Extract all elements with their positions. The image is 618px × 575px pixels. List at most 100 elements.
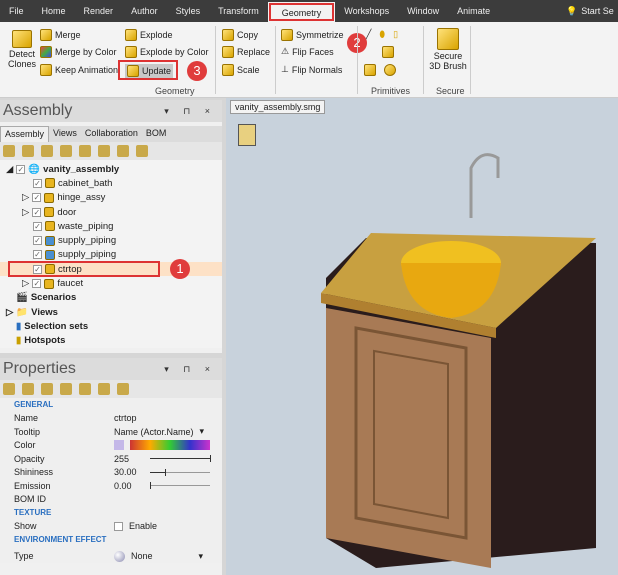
assembly-icon [44,207,55,218]
search-box[interactable]: 💡 Start Se [566,0,614,22]
prop-color[interactable]: Color [0,439,222,453]
tree-node-selected[interactable]: ✓ ctrtop 1 [0,259,222,280]
toolbar-icon[interactable] [136,145,148,157]
detect-clones-button[interactable]: Detect Clones [6,30,38,69]
tab-window[interactable]: Window [398,0,448,22]
checkbox[interactable]: ✓ [33,250,42,260]
checkbox[interactable]: ✓ [33,178,42,188]
toolbar-icon[interactable] [41,145,53,157]
color-picker[interactable] [114,440,210,451]
box-primitive-icon[interactable] [382,46,394,58]
tree-node[interactable]: ▷ ✓ door [0,205,222,219]
merge-button[interactable]: Merge [40,29,81,41]
scale-button[interactable]: Scale [222,64,260,76]
secure-3d-brush-button[interactable]: Secure 3D Brush [428,28,468,71]
categorized-icon[interactable] [3,383,15,395]
section-texture[interactable]: TEXTURE [0,506,222,520]
tab-views[interactable]: Views [49,126,81,142]
reset-icon[interactable] [79,383,91,395]
checkbox[interactable]: ✓ [32,193,42,203]
section-environment-effect[interactable]: ENVIRONMENT EFFECT [0,533,222,547]
tree-section-hotspots[interactable]: ▮ Hotspots [0,334,222,348]
tree-node[interactable]: ✓ supply_piping [0,233,222,247]
tooltip-dropdown[interactable]: Name (Actor.Name) ▾ [114,426,204,437]
toolbar-icon[interactable] [60,145,72,157]
eyedropper-icon[interactable] [98,383,110,395]
cylinder-primitive-icon[interactable]: ▯ [393,29,398,40]
tab-file[interactable]: File [0,0,33,22]
type-dropdown[interactable]: None ▾ [114,550,203,562]
sphere-primitive-icon[interactable] [384,64,396,76]
plane-primitive-icon[interactable]: ⬮ [379,29,385,40]
flip-faces-button[interactable]: ⚠ Flip Faces [281,46,334,57]
expand-icon[interactable]: ▷ [6,307,13,318]
toolbar-icon[interactable] [3,145,15,157]
opacity-slider[interactable] [150,455,211,463]
keep-animation-button[interactable]: Keep Animation [40,64,118,76]
explode-by-color-button[interactable]: Explode by Color [125,46,209,58]
expand-icon[interactable]: ▷ [22,192,29,203]
symmetrize-button[interactable]: Symmetrize [281,29,344,41]
panel-controls[interactable]: ▾ ⊓ × [164,364,216,375]
tab-author[interactable]: Author [122,0,167,22]
explode-button[interactable]: Explode [125,29,173,41]
viewport[interactable]: vanity_assembly.smg [226,98,618,575]
explode-by-color-icon [125,46,137,58]
merge-by-color-button[interactable]: Merge by Color [40,46,117,58]
tree-node[interactable]: ▷ ✓ faucet [0,276,222,290]
tree-node[interactable]: ✓ supply_piping [0,248,222,262]
line-primitive-icon[interactable]: ╱ [366,29,371,40]
tab-workshops[interactable]: Workshops [335,0,398,22]
replace-button[interactable]: Replace [222,46,270,58]
tree-section-selection-sets[interactable]: ▮ Selection sets [0,319,222,333]
checkbox[interactable]: ✓ [16,164,26,174]
tab-home[interactable]: Home [33,0,75,22]
square-primitive-icon[interactable] [364,64,376,76]
emission-slider[interactable] [150,482,210,490]
prop-emission[interactable]: Emission 0.00 [0,479,222,493]
expand-icon[interactable]: ▷ [22,207,29,218]
linked-part-icon [45,235,55,246]
prop-show[interactable]: Show Enable [0,520,222,534]
checkbox[interactable]: ✓ [32,279,42,289]
tab-assembly[interactable]: Assembly [0,126,50,142]
shininess-slider[interactable] [150,468,210,476]
tab-geometry[interactable]: Geometry [267,2,336,22]
toolbar-icon[interactable] [117,383,129,395]
sort-icon[interactable] [79,145,91,157]
tab-transform[interactable]: Transform [209,0,268,22]
toolbar-icon[interactable] [41,383,53,395]
tree-node[interactable]: ✓ waste_piping [0,219,222,233]
tree-section-views[interactable]: ▷ 📁 Views [0,305,222,319]
tree-node[interactable]: ▷ ✓ hinge_assy [0,191,222,205]
toolbar-icon[interactable] [60,383,72,395]
flip-normals-button[interactable]: ⊥ Flip Normals [281,64,342,75]
section-general[interactable]: GENERAL [0,398,222,412]
checkbox[interactable]: ✓ [33,236,42,246]
toolbar-icon[interactable] [98,145,110,157]
prop-type[interactable]: Type None ▾ [0,550,222,564]
prop-tooltip[interactable]: Tooltip Name (Actor.Name) ▾ [0,425,222,439]
checkbox[interactable]: ✓ [33,221,42,231]
expand-icon[interactable]: ▷ [22,278,29,289]
copy-button[interactable]: Copy [222,29,258,41]
checkbox[interactable]: ✓ [32,207,42,217]
enable-checkbox[interactable] [114,521,123,531]
prop-name[interactable]: Name ctrtop [0,412,222,426]
tree-node-root[interactable]: ◢ ✓ 🌐 vanity_assembly [0,162,222,176]
sort-icon[interactable] [22,383,34,395]
tab-bom[interactable]: BOM [142,126,171,142]
tree-section-scenarios[interactable]: 🎬 Scenarios [0,291,222,305]
panel-controls[interactable]: ▾ ⊓ × [164,106,216,117]
tab-collaboration[interactable]: Collaboration [81,126,142,142]
prop-bom-id[interactable]: BOM ID [0,493,222,507]
prop-opacity[interactable]: Opacity 255 [0,452,222,466]
tab-render[interactable]: Render [75,0,123,22]
toolbar-icon[interactable] [117,145,129,157]
tab-animate[interactable]: Animate [448,0,499,22]
tab-styles[interactable]: Styles [167,0,210,22]
lock-cube-icon [437,28,459,50]
prop-shininess[interactable]: Shininess 30.00 [0,466,222,480]
toolbar-icon[interactable] [22,145,34,157]
tree-node[interactable]: ✓ cabinet_bath [0,176,222,190]
